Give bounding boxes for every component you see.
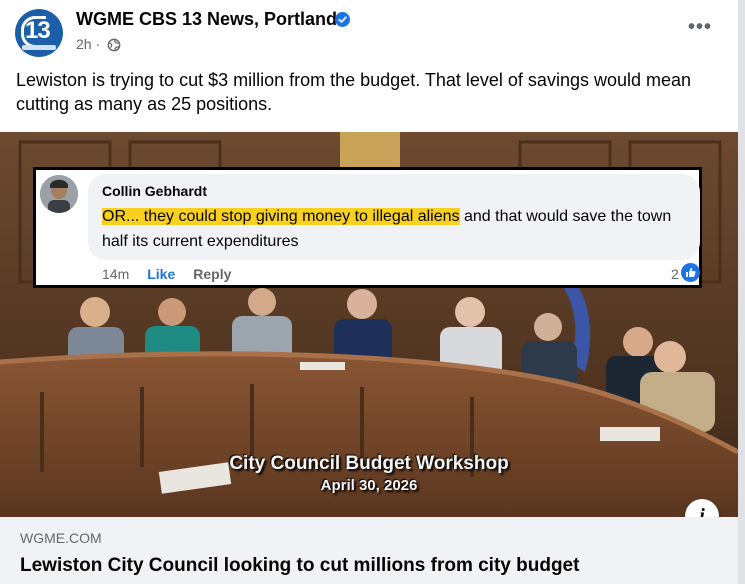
globe-icon [107, 38, 121, 52]
page-avatar[interactable]: 13 [15, 9, 63, 57]
logo-tagline-bar [22, 45, 56, 50]
post-caption: Lewiston is trying to cut $3 million fro… [16, 70, 692, 114]
highlighted-text: OR... they could stop giving money to il… [102, 208, 460, 225]
more-options-icon[interactable]: ••• [688, 17, 712, 44]
image-overlay-date: April 30, 2026 [320, 477, 418, 494]
comment-bubble: Collin Gebhardt OR... they could stop gi… [88, 174, 700, 260]
link-headline[interactable]: Lewiston City Council looking to cut mil… [20, 555, 579, 577]
verified-badge-icon [335, 12, 350, 27]
post-card: 13 WGME CBS 13 News, Portland 2h · ••• L… [0, 0, 738, 584]
comment-like-button[interactable]: Like [147, 266, 175, 282]
like-thumb-icon [681, 263, 700, 282]
image-overlay-title: City Council Budget Workshop [229, 453, 509, 474]
comment-reply-button[interactable]: Reply [193, 266, 231, 282]
post-timestamp[interactable]: 2h · [76, 36, 100, 52]
link-domain: WGME.COM [20, 530, 102, 546]
page-name-link[interactable]: WGME CBS 13 News, Portland [76, 9, 337, 30]
reaction-count[interactable]: 2 [671, 266, 679, 282]
comment-actions: 14m Like Reply [102, 266, 231, 282]
comment-text: OR... they could stop giving money to il… [102, 204, 697, 254]
comment-screenshot: Collin Gebhardt OR... they could stop gi… [33, 167, 702, 288]
commenter-photo [40, 175, 78, 213]
commenter-avatar[interactable] [40, 175, 78, 213]
comment-time[interactable]: 14m [102, 266, 129, 282]
feed-edge [738, 0, 745, 584]
commenter-name[interactable]: Collin Gebhardt [102, 183, 207, 199]
avatar-logo-text: 13 [25, 17, 51, 44]
link-preview[interactable]: WGME.COM Lewiston City Council looking t… [0, 517, 738, 584]
